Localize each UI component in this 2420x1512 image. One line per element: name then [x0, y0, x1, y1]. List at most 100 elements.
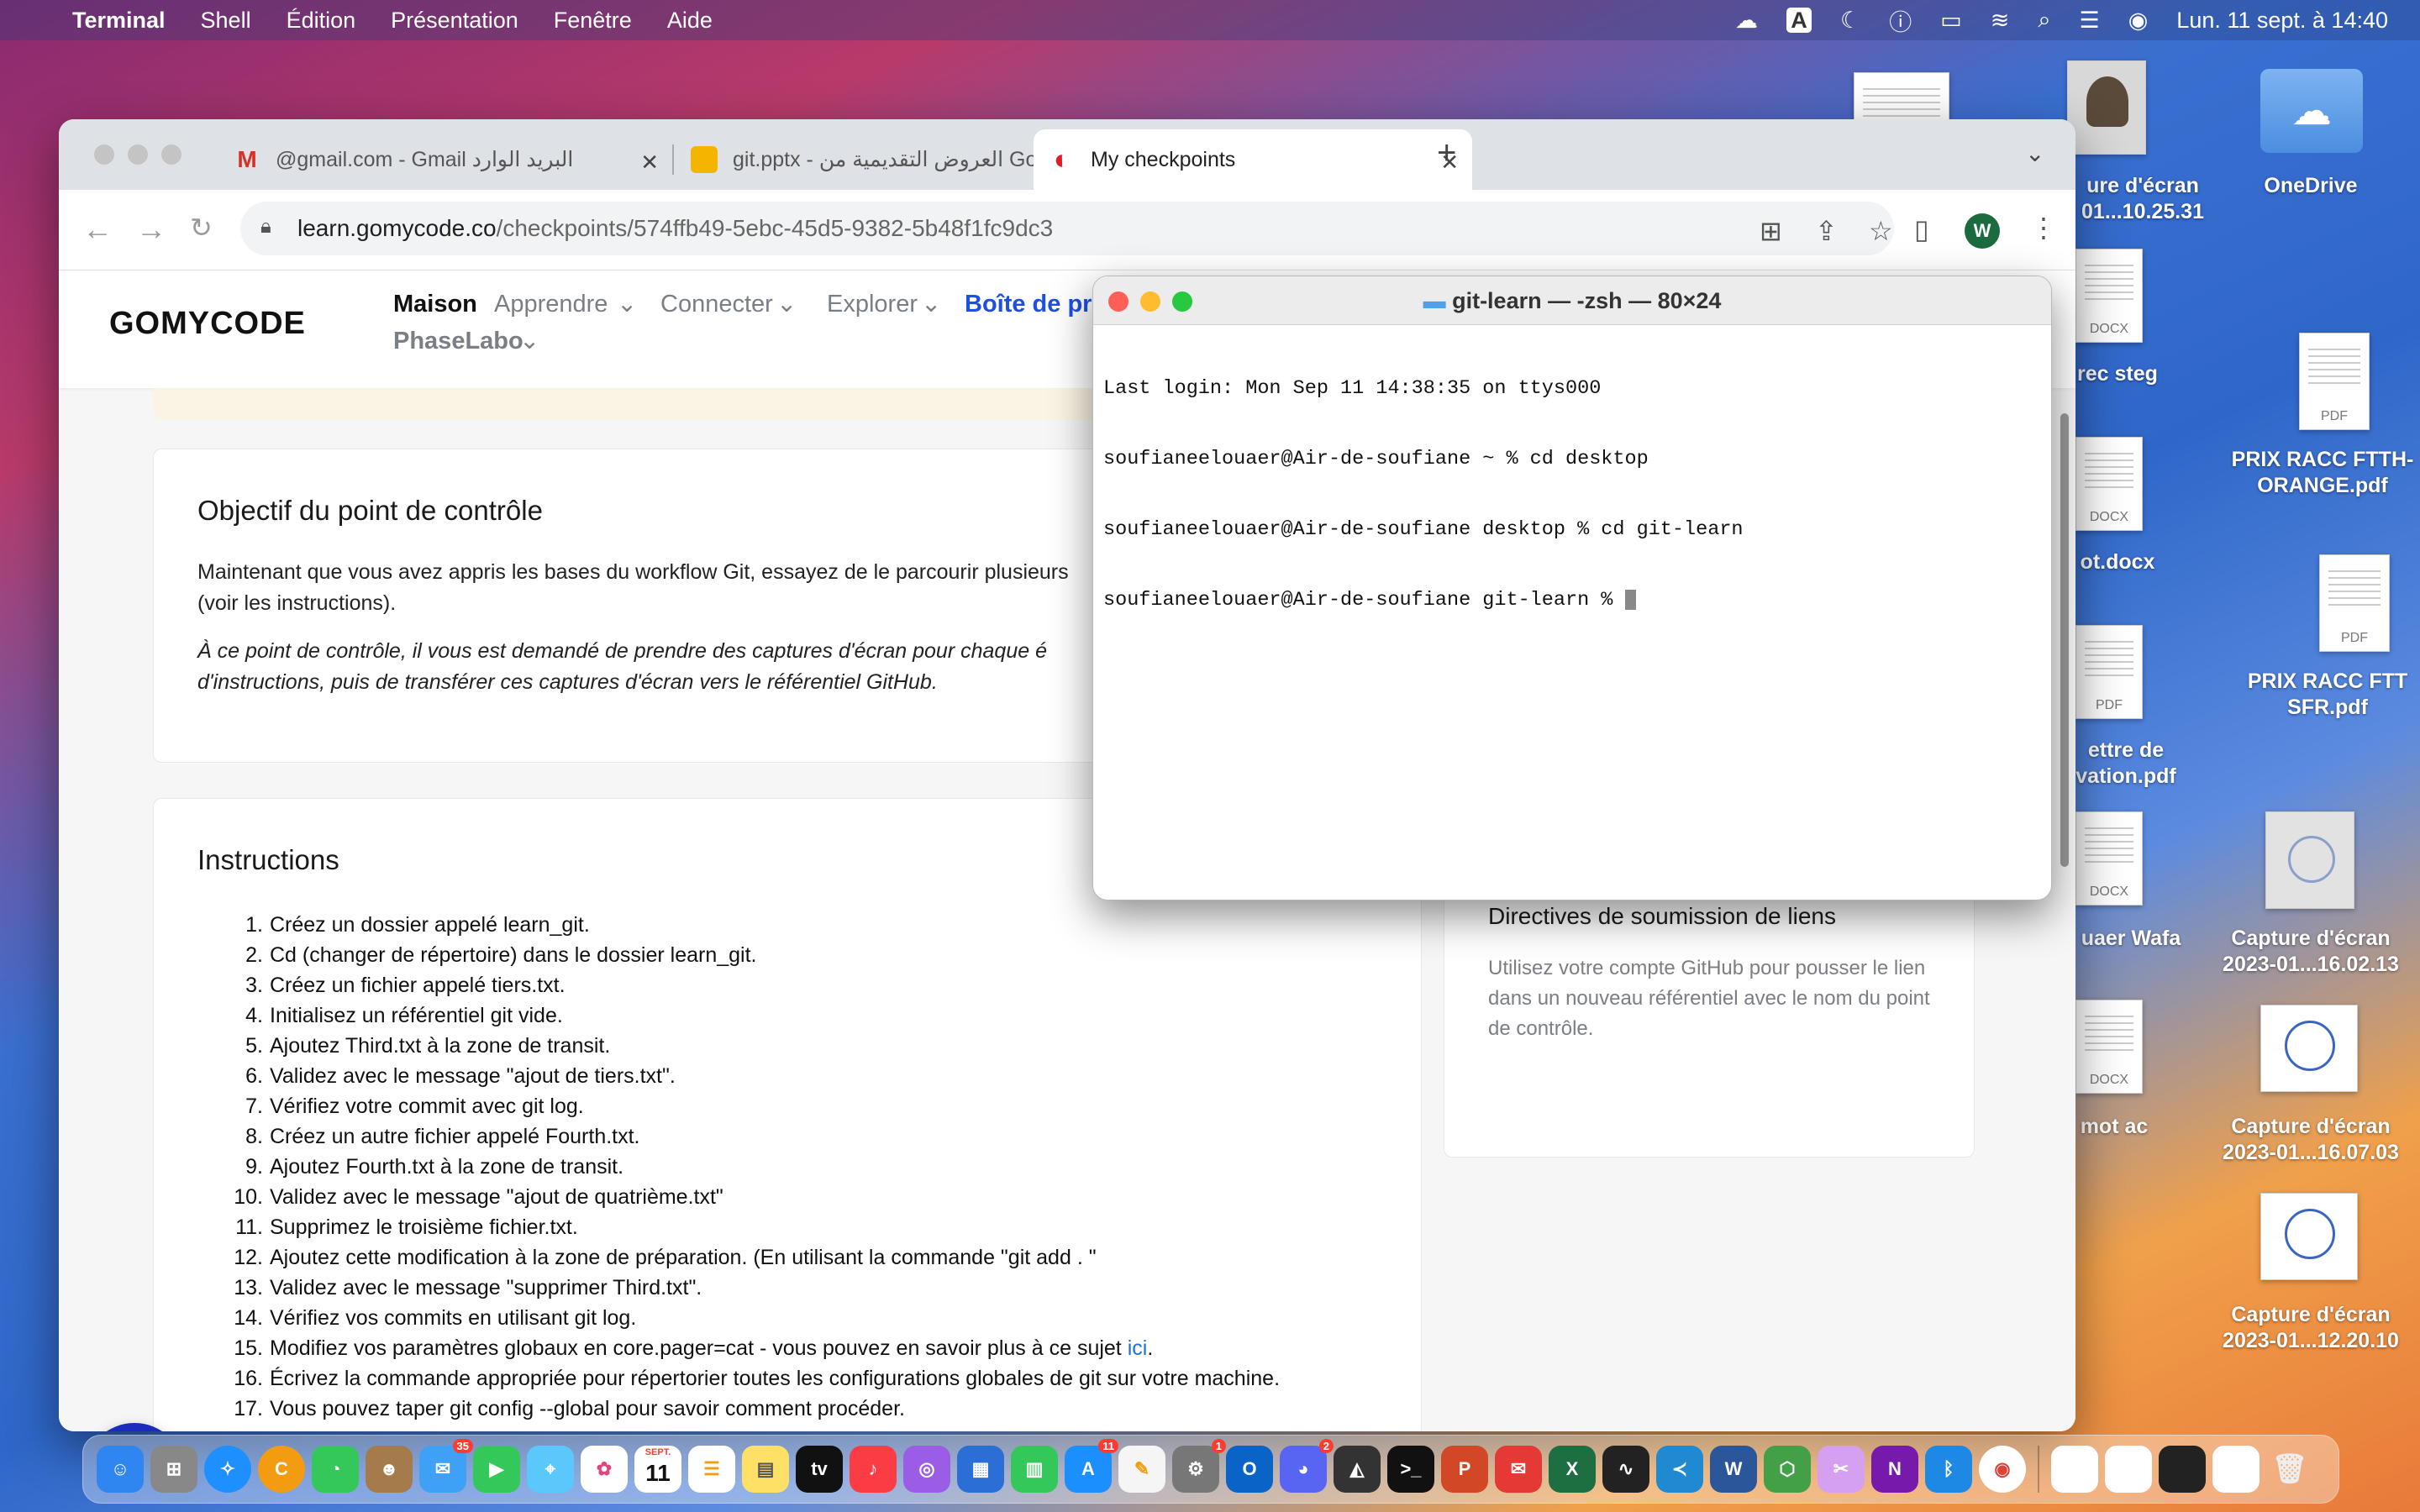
core-pager-link[interactable]: ici — [1128, 1333, 1148, 1363]
siri-icon[interactable]: ◉ — [2128, 8, 2149, 34]
finder-icon[interactable]: ☺ — [97, 1446, 144, 1493]
nav-toolbox[interactable]: Boîte de prat — [965, 291, 1113, 318]
terminal-window[interactable]: ▬ git-learn — -zsh — 80×24 Last login: M… — [1092, 276, 2052, 900]
window-minimize-button[interactable] — [128, 144, 148, 165]
onenote-icon[interactable]: N — [1871, 1446, 1918, 1493]
chevron-down-icon[interactable]: ⌄ — [2025, 139, 2044, 167]
close-icon[interactable]: ✕ — [640, 150, 659, 176]
desktop-icon-prix-sfr[interactable]: PRIX RACC FTT SFR.pdf — [2235, 669, 2420, 721]
outlook-icon[interactable]: O — [1226, 1446, 1273, 1493]
chrome-icon[interactable]: ◉ — [1979, 1446, 2026, 1493]
excel-icon[interactable]: X — [1549, 1446, 1596, 1493]
more-menu-icon[interactable]: ⋮ — [2030, 212, 2057, 244]
chevron-down-icon[interactable]: ⌄ — [519, 326, 539, 355]
pages-icon[interactable]: ✎ — [1118, 1446, 1165, 1493]
word-icon[interactable]: W — [1710, 1446, 1757, 1493]
desktop-icon-screenshot-3[interactable]: Capture d'écran 2023-01...16.07.03 — [2210, 1114, 2412, 1166]
reload-icon[interactable]: ↻ — [190, 212, 213, 244]
docx-file-icon[interactable]: DOCX — [2075, 249, 2143, 343]
tab-my-checkpoints[interactable]: ◐ My checkpoints ✕ — [1034, 129, 1472, 190]
new-tab-icon[interactable]: + — [1437, 134, 1456, 172]
menu-view[interactable]: Présentation — [391, 8, 518, 34]
window-zoom-button[interactable] — [161, 144, 182, 165]
icloud-icon[interactable]: ☁ — [1735, 8, 1758, 34]
menu-window[interactable]: Fenêtre — [554, 8, 632, 34]
keynote-icon[interactable]: ▦ — [957, 1446, 1004, 1493]
chevron-down-icon[interactable]: ⌄ — [617, 289, 637, 318]
vscode-icon[interactable]: ≺ — [1656, 1446, 1703, 1493]
battery-icon[interactable]: ▭ — [1940, 8, 1962, 34]
safari-icon[interactable]: ✧ — [204, 1446, 251, 1493]
screenshot-thumbnail[interactable] — [2067, 60, 2146, 155]
desktop-icon-wafa[interactable]: uaer Wafa — [2064, 926, 2198, 952]
reminders-icon[interactable]: ☰ — [688, 1446, 735, 1493]
chevron-down-icon[interactable]: ⌄ — [776, 289, 797, 318]
discord-icon[interactable]: ◕ 2 — [1280, 1439, 1334, 1493]
folder-icon[interactable]: ☁ — [2260, 69, 2363, 153]
tab-slides[interactable]: git.pptx - العروض التقديمية من Go ✕ — [676, 129, 1079, 190]
messages-icon[interactable]: ◔ — [312, 1446, 359, 1493]
translate-icon[interactable]: ⊞ — [1760, 215, 1782, 247]
appletv-icon[interactable]: tv — [796, 1446, 843, 1493]
window-close-button[interactable] — [94, 144, 114, 165]
desktop-icon-mot-ac[interactable]: mot ac — [2064, 1114, 2165, 1140]
app-icon[interactable]: ◭ — [1334, 1446, 1381, 1493]
pdf-file-icon[interactable]: PDF — [2075, 625, 2143, 719]
screenshot-thumbnail[interactable] — [2265, 811, 2354, 909]
recent-document-icon[interactable] — [2051, 1446, 2098, 1493]
terminal-icon[interactable]: >_ — [1387, 1446, 1434, 1493]
launchpad-icon[interactable]: ⊞ — [150, 1446, 197, 1493]
screenshot-thumbnail[interactable] — [2260, 1193, 2358, 1280]
facetime-icon[interactable]: ▶ — [473, 1446, 520, 1493]
nav-phaselabo[interactable]: PhaseLabo — [393, 328, 523, 355]
moon-icon[interactable]: ☾ — [1840, 8, 1860, 34]
tab-gmail[interactable]: M @gmail.com - Gmail البريد الوارد ✕ — [218, 129, 674, 190]
wifi-icon[interactable]: ≋ — [1991, 8, 2010, 34]
terminal-output[interactable]: Last login: Mon Sep 11 14:38:35 on ttys0… — [1103, 330, 1744, 659]
powerpoint-icon[interactable]: P — [1441, 1446, 1488, 1493]
nav-explore[interactable]: Explorer — [827, 291, 918, 318]
back-icon[interactable]: ← — [82, 212, 113, 247]
desktop-file-thumbnail[interactable] — [1854, 72, 1949, 125]
docx-file-icon[interactable]: DOCX — [2075, 1000, 2143, 1094]
input-source-icon[interactable]: A — [1786, 8, 1812, 33]
chevron-down-icon[interactable]: ⌄ — [921, 289, 941, 318]
numbers-icon[interactable]: ▥ — [1011, 1446, 1058, 1493]
pdf-file-icon[interactable]: PDF — [2299, 333, 2370, 430]
accessibility-icon[interactable]: ⓘ — [1889, 4, 1912, 37]
activity-monitor-icon[interactable]: ∿ — [1602, 1446, 1649, 1493]
page-scrollbar[interactable] — [2060, 413, 2069, 867]
notes-icon[interactable]: ▤ — [742, 1446, 789, 1493]
desktop-icon-onedrive[interactable]: OneDrive — [2235, 173, 2386, 199]
mail-icon[interactable]: ✉ 35 — [419, 1439, 473, 1493]
desktop-icon-screenshot-4[interactable]: Capture d'écran 2023-01...12.20.10 — [2210, 1302, 2412, 1354]
app-icon[interactable]: ⬡ — [1764, 1446, 1811, 1493]
contacts-icon[interactable]: ☻ — [366, 1446, 413, 1493]
app-c-icon[interactable]: C — [258, 1446, 305, 1493]
mail-app-icon[interactable]: ✉ — [1495, 1446, 1542, 1493]
app-icon[interactable]: ✂ — [1818, 1446, 1865, 1493]
spotlight-search-icon[interactable]: ⌕ — [2038, 7, 2050, 34]
menu-help[interactable]: Aide — [667, 8, 713, 34]
nav-home[interactable]: Maison — [393, 291, 477, 318]
recent-document-icon[interactable] — [2212, 1446, 2260, 1493]
terminal-titlebar[interactable]: ▬ git-learn — -zsh — 80×24 — [1093, 276, 2051, 325]
calendar-icon[interactable]: SEPT. 11 — [634, 1446, 681, 1493]
docx-file-icon[interactable]: DOCX — [2075, 811, 2143, 906]
menu-shell[interactable]: Shell — [201, 8, 251, 34]
menu-clock[interactable]: Lun. 11 sept. à 14:40 — [2176, 8, 2388, 34]
pdf-file-icon[interactable]: PDF — [2319, 554, 2390, 652]
profile-avatar[interactable]: W — [1965, 213, 2000, 249]
sidebar-icon[interactable]: ▯ — [1914, 213, 1929, 245]
photos-icon[interactable]: ✿ — [581, 1446, 628, 1493]
appstore-icon[interactable]: A 11 — [1065, 1439, 1118, 1493]
menu-app-name[interactable]: Terminal — [72, 8, 166, 34]
recent-document-icon[interactable] — [2105, 1446, 2152, 1493]
desktop-icon-screenshot-2[interactable]: Capture d'écran 2023-01...16.02.13 — [2210, 926, 2412, 978]
music-icon[interactable]: ♪ — [850, 1446, 897, 1493]
nav-learn[interactable]: Apprendre — [494, 291, 608, 318]
gomycode-logo[interactable]: GOMYCODE — [109, 306, 306, 342]
desktop-icon-ot-docx[interactable]: ot.docx — [2059, 549, 2176, 575]
recent-document-icon[interactable] — [2159, 1446, 2206, 1493]
docx-file-icon[interactable]: DOCX — [2075, 437, 2143, 531]
